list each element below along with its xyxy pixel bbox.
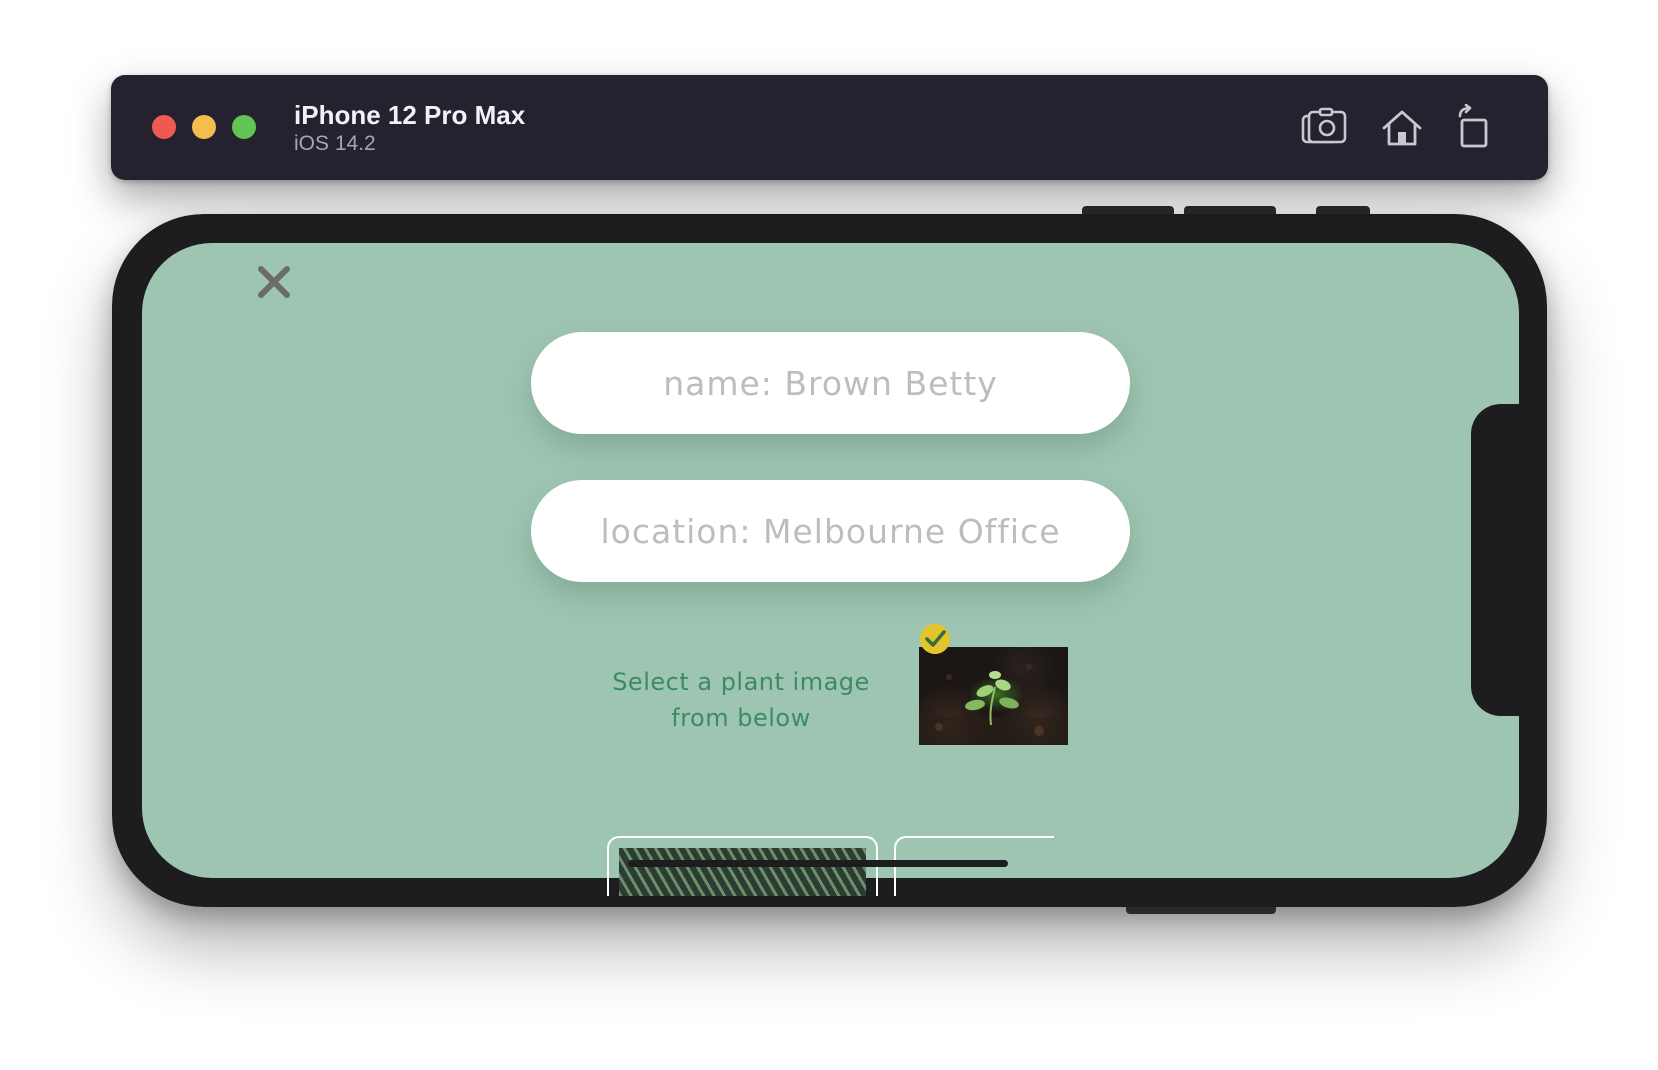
device-notch [1471, 404, 1526, 716]
camera-icon[interactable] [1300, 104, 1348, 152]
device-name: iPhone 12 Pro Max [294, 100, 526, 130]
plant-location-field[interactable] [531, 480, 1130, 582]
plant-image-thumbnail [619, 848, 866, 896]
rotate-icon[interactable] [1452, 104, 1500, 152]
checkmark-icon [920, 624, 950, 654]
seedling-graphic [919, 664, 1068, 745]
select-label-line: from below [671, 704, 811, 732]
select-image-instruction: Select a plant image from below [600, 664, 882, 736]
minimize-window-button[interactable] [192, 115, 216, 139]
zoom-window-button[interactable] [232, 115, 256, 139]
selected-plant-image [919, 647, 1068, 745]
select-label-line: Select a plant image [612, 668, 870, 696]
home-icon[interactable] [1378, 104, 1426, 152]
os-version: iOS 14.2 [294, 132, 376, 155]
close-window-button[interactable] [152, 115, 176, 139]
plant-name-field[interactable] [531, 332, 1130, 434]
home-indicator[interactable] [628, 860, 1008, 867]
close-icon[interactable] [254, 262, 294, 302]
